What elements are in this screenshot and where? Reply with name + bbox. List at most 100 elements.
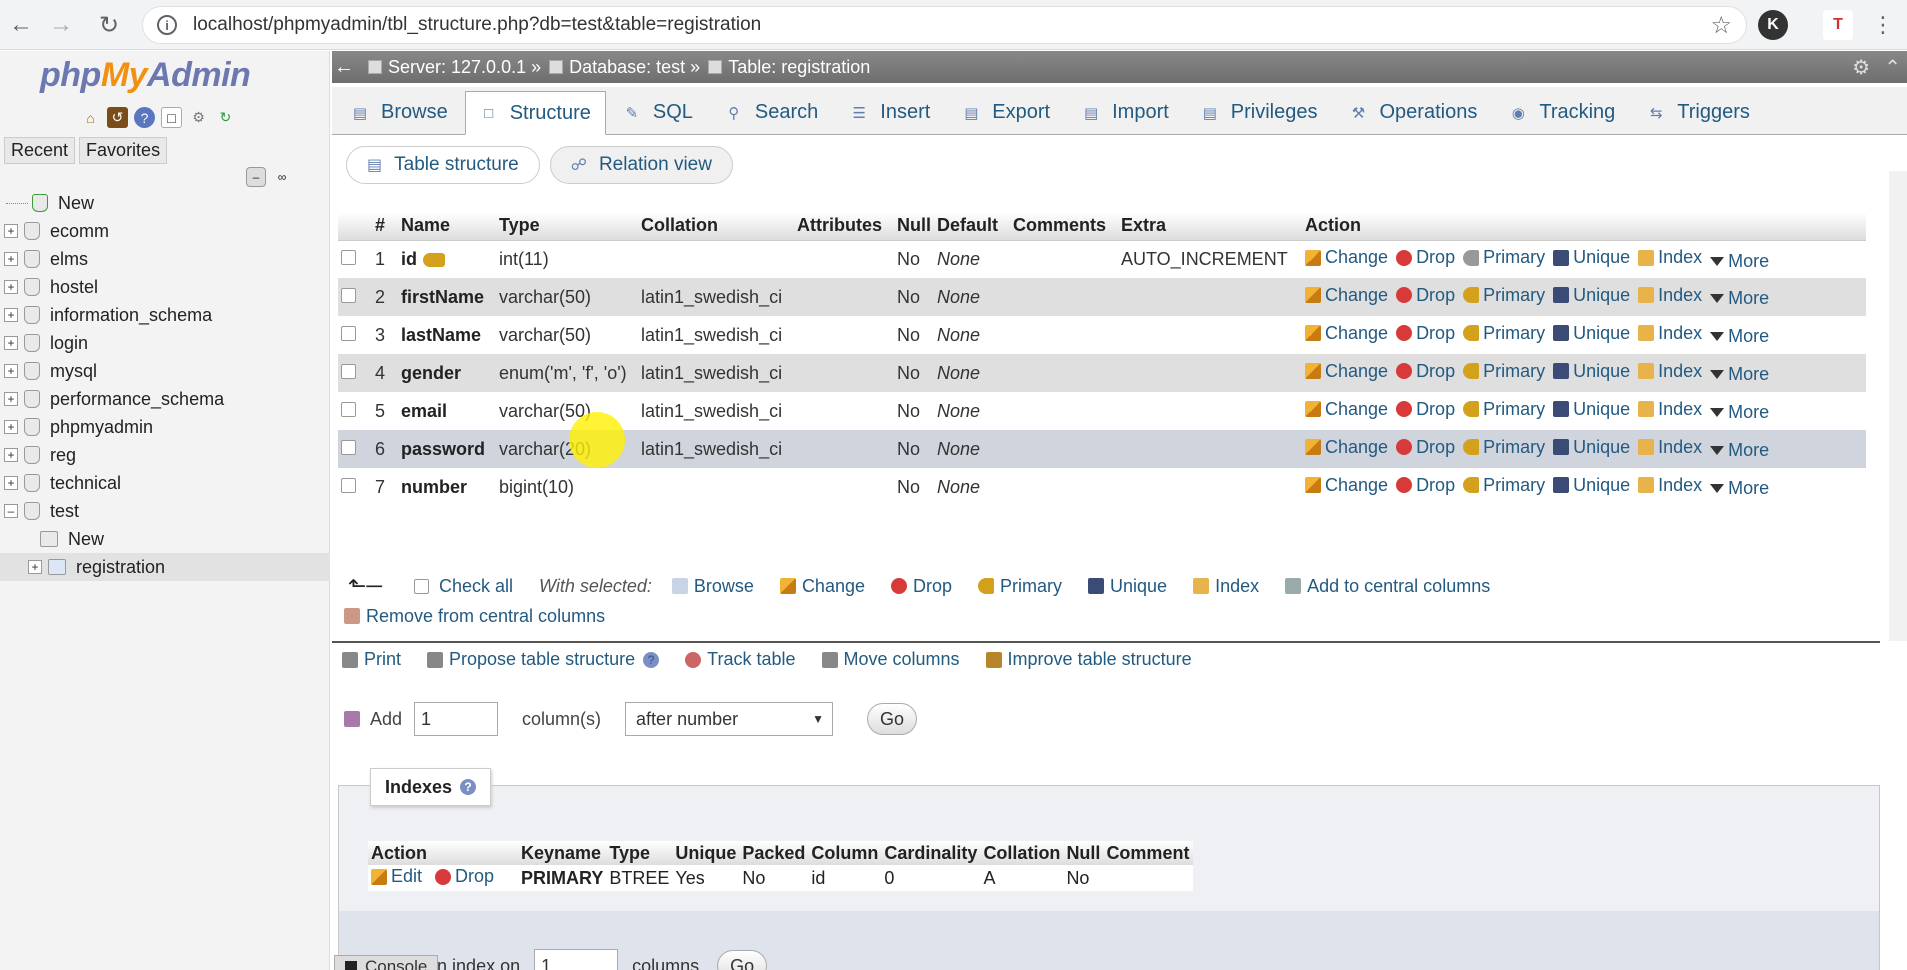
unique-button[interactable]: Unique bbox=[1553, 361, 1630, 382]
tree-item-reg[interactable]: + reg bbox=[0, 441, 330, 469]
favorites-tab[interactable]: Favorites bbox=[79, 137, 168, 164]
bulk-drop-button[interactable]: Drop bbox=[891, 576, 952, 597]
unique-button[interactable]: Unique bbox=[1553, 399, 1630, 420]
track-table-link[interactable]: Track table bbox=[685, 649, 796, 670]
drop-button[interactable]: Drop bbox=[1396, 437, 1455, 458]
drop-button[interactable]: Drop bbox=[1396, 323, 1455, 344]
relation-view-button[interactable]: ☍ Relation view bbox=[549, 146, 733, 184]
index-button[interactable]: Index bbox=[1638, 323, 1702, 344]
index-edit-button[interactable]: Edit bbox=[371, 866, 422, 887]
add-columns-count-input[interactable]: 1 bbox=[414, 702, 499, 736]
column-position-select[interactable]: after number ▼ bbox=[625, 702, 834, 736]
profile-avatar-icon[interactable]: K bbox=[1758, 10, 1788, 40]
indexes-legend[interactable]: Indexes? bbox=[370, 768, 492, 806]
primary-button[interactable]: Primary bbox=[1463, 285, 1545, 306]
tree-item-mysql[interactable]: + mysql bbox=[0, 357, 330, 385]
tree-item-information-schema[interactable]: + information_schema bbox=[0, 301, 330, 329]
drop-button[interactable]: Drop bbox=[1396, 361, 1455, 382]
primary-button[interactable]: Primary bbox=[1463, 361, 1545, 382]
row-checkbox[interactable] bbox=[341, 325, 356, 341]
unique-button[interactable]: Unique bbox=[1553, 285, 1630, 306]
expand-icon[interactable]: + bbox=[4, 224, 18, 238]
change-button[interactable]: Change bbox=[1305, 475, 1388, 496]
expand-icon[interactable]: + bbox=[4, 448, 18, 462]
collapse-icon[interactable]: – bbox=[4, 504, 18, 518]
tab-privileges[interactable]: ▤ Privileges bbox=[1186, 90, 1333, 134]
change-button[interactable]: Change bbox=[1305, 247, 1388, 268]
breadcrumb-server[interactable]: Server: 127.0.0.1 » bbox=[388, 57, 541, 78]
expand-icon[interactable]: + bbox=[4, 420, 18, 434]
menu-icon[interactable]: ⋮ bbox=[1866, 8, 1900, 42]
row-checkbox[interactable] bbox=[341, 287, 356, 303]
console-toggle[interactable]: Console bbox=[334, 955, 439, 970]
tree-item-hostel[interactable]: + hostel bbox=[0, 273, 330, 301]
index-button[interactable]: Index bbox=[1638, 399, 1702, 420]
tree-item-test-new[interactable]: New bbox=[0, 525, 330, 553]
row-checkbox[interactable] bbox=[341, 363, 356, 379]
expand-icon[interactable]: + bbox=[4, 308, 18, 322]
row-checkbox[interactable] bbox=[341, 401, 356, 417]
expand-icon[interactable]: + bbox=[4, 392, 18, 406]
more-button[interactable]: More bbox=[1710, 288, 1769, 309]
drop-button[interactable]: Drop bbox=[1396, 475, 1455, 496]
tab-triggers[interactable]: ⇆ Triggers bbox=[1632, 90, 1765, 134]
home-icon[interactable]: ⌂ bbox=[80, 107, 101, 128]
index-button[interactable]: Index bbox=[1638, 247, 1702, 268]
tab-export[interactable]: ▤ Export bbox=[947, 90, 1065, 134]
tab-import[interactable]: ▤ Import bbox=[1067, 90, 1184, 134]
tree-item-login[interactable]: + login bbox=[0, 329, 330, 357]
tree-item-new[interactable]: New bbox=[0, 189, 330, 217]
check-all-checkbox[interactable] bbox=[413, 578, 429, 594]
tree-item-phpmyadmin[interactable]: + phpmyadmin bbox=[0, 413, 330, 441]
breadcrumb-table[interactable]: Table: registration bbox=[728, 57, 870, 78]
help-icon[interactable]: ? bbox=[643, 651, 660, 668]
collapse-nav-icon[interactable]: ← bbox=[332, 56, 356, 79]
row-checkbox[interactable] bbox=[341, 249, 356, 265]
back-icon[interactable]: ← bbox=[4, 8, 38, 42]
more-button[interactable]: More bbox=[1710, 478, 1769, 499]
primary-button[interactable]: Primary bbox=[1463, 323, 1545, 344]
change-button[interactable]: Change bbox=[1305, 399, 1388, 420]
bulk-remove-central-button[interactable]: Remove from central columns bbox=[344, 606, 605, 627]
more-button[interactable]: More bbox=[1710, 326, 1769, 347]
index-button[interactable]: Index bbox=[1638, 475, 1702, 496]
bulk-browse-button[interactable]: Browse bbox=[671, 576, 754, 597]
primary-button[interactable]: Primary bbox=[1463, 475, 1545, 496]
bulk-unique-button[interactable]: Unique bbox=[1088, 576, 1167, 597]
primary-button[interactable]: Primary bbox=[1463, 399, 1545, 420]
extension-icon[interactable]: T bbox=[1823, 10, 1853, 40]
tab-operations[interactable]: ⚒ Operations bbox=[1335, 90, 1493, 134]
tab-structure[interactable]: □ Structure bbox=[464, 91, 606, 135]
unique-button[interactable]: Unique bbox=[1553, 475, 1630, 496]
add-columns-go-button[interactable]: Go bbox=[867, 703, 918, 735]
expand-icon[interactable]: + bbox=[4, 280, 18, 294]
index-drop-button[interactable]: Drop bbox=[435, 866, 494, 887]
bulk-add-central-button[interactable]: Add to central columns bbox=[1285, 576, 1490, 597]
propose-structure-link[interactable]: Propose table structure? bbox=[427, 649, 660, 670]
table-structure-button[interactable]: ▤ Table structure bbox=[346, 146, 540, 184]
index-button[interactable]: Index bbox=[1638, 437, 1702, 458]
unique-button[interactable]: Unique bbox=[1553, 247, 1630, 268]
more-button[interactable]: More bbox=[1710, 440, 1769, 461]
logout-icon[interactable]: ↺ bbox=[107, 107, 128, 128]
expand-icon[interactable]: + bbox=[28, 560, 42, 574]
info-icon[interactable]: i bbox=[157, 15, 177, 35]
scrollbar[interactable] bbox=[1889, 171, 1907, 641]
print-link[interactable]: Print bbox=[342, 649, 401, 670]
help-icon[interactable]: ? bbox=[134, 107, 155, 128]
change-button[interactable]: Change bbox=[1305, 323, 1388, 344]
collapse-all-icon[interactable]: – bbox=[246, 167, 266, 187]
drop-button[interactable]: Drop bbox=[1396, 399, 1455, 420]
recent-tab[interactable]: Recent bbox=[4, 137, 76, 164]
tree-item-test[interactable]: – test bbox=[0, 497, 330, 525]
drop-button[interactable]: Drop bbox=[1396, 285, 1455, 306]
improve-structure-link[interactable]: Improve table structure bbox=[985, 649, 1192, 670]
bulk-change-button[interactable]: Change bbox=[779, 576, 865, 597]
expand-icon[interactable]: + bbox=[4, 336, 18, 350]
bookmark-star-icon[interactable]: ☆ bbox=[1710, 11, 1732, 40]
refresh-icon[interactable]: ↻ bbox=[215, 107, 236, 128]
settings-gear-icon[interactable]: ⚙ bbox=[1852, 55, 1870, 80]
reload-icon[interactable]: ↻ bbox=[92, 8, 126, 42]
address-bar[interactable]: i localhost/phpmyadmin/tbl_structure.php… bbox=[142, 6, 1747, 44]
tree-item-performance-schema[interactable]: + performance_schema bbox=[0, 385, 330, 413]
